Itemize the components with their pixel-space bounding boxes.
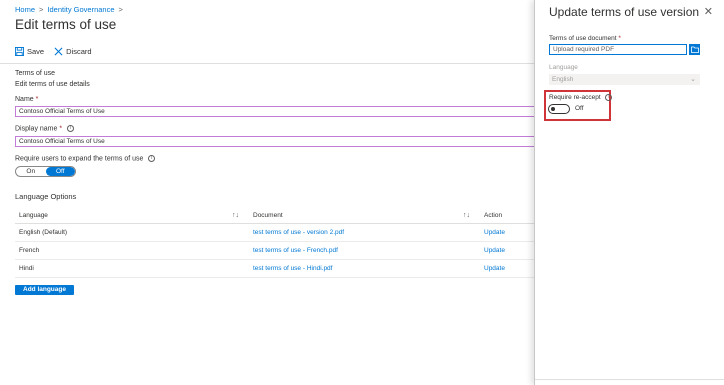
reaccept-label-text: Require re-accept (549, 94, 601, 102)
info-icon[interactable]: i (67, 125, 75, 132)
display-name-label-text: Display name (15, 125, 58, 133)
info-icon[interactable]: i (605, 94, 613, 101)
language-options-title: Language Options (15, 192, 77, 201)
column-header-document[interactable]: Document ↑↓ (249, 208, 480, 224)
panel-title: Update terms of use version (549, 5, 700, 19)
save-button[interactable]: Save (15, 47, 44, 56)
document-upload-field[interactable]: Upload required PDF (549, 44, 687, 55)
reaccept-state: Off (575, 105, 584, 112)
required-mark: * (59, 125, 63, 133)
cell-language: Hindi (15, 259, 249, 278)
column-header-language-text: Language (19, 211, 48, 219)
name-field[interactable]: Contoso Official Terms of Use (15, 106, 534, 117)
folder-icon (690, 46, 699, 53)
reaccept-label: Require re-accept i (549, 94, 613, 102)
table-row: Hindi test terms of use - Hindi.pdf Upda… (15, 259, 534, 278)
table-header-row: Language ↑↓ Document ↑↓ Action (15, 208, 534, 224)
info-icon[interactable]: i (148, 155, 156, 162)
add-language-button[interactable]: Add language (15, 285, 74, 295)
discard-label: Discard (66, 47, 92, 56)
expand-terms-toggle[interactable]: On Off (15, 166, 76, 177)
display-name-field[interactable]: Contoso Official Terms of Use (15, 136, 534, 147)
browse-file-button[interactable] (689, 44, 700, 55)
cell-language: English (Default) (15, 223, 249, 242)
required-mark: * (35, 96, 39, 103)
cell-language: French (15, 241, 249, 260)
name-label-text: Name (15, 96, 34, 103)
breadcrumb: Home > Identity Governance > (15, 5, 123, 14)
toggle-knob (551, 107, 555, 111)
sort-icon[interactable]: ↑↓ (232, 212, 239, 219)
sort-icon[interactable]: ↑↓ (463, 212, 470, 219)
toolbar: Save Discard (15, 47, 92, 56)
table-row: French test terms of use - French.pdf Up… (15, 241, 534, 260)
discard-button[interactable]: Discard (54, 47, 92, 56)
document-label-text: Terms of use document (549, 35, 617, 42)
terms-subheading: Edit terms of use details (15, 81, 90, 88)
language-table: Language ↑↓ Document ↑↓ Action English (De… (15, 208, 534, 278)
breadcrumb-identity-governance[interactable]: Identity Governance (47, 5, 114, 14)
document-label: Terms of use document * (549, 35, 621, 42)
terms-heading: Terms of use (15, 70, 56, 77)
column-header-action: Action (480, 208, 534, 224)
page-title: Edit terms of use (15, 17, 117, 32)
close-icon (54, 47, 63, 56)
toolbar-divider (0, 63, 534, 64)
panel-footer-divider (535, 379, 724, 380)
language-label: Language (549, 64, 578, 71)
update-link[interactable]: Update (480, 241, 534, 260)
update-version-panel: Update terms of use version ✕ Terms of u… (534, 0, 724, 385)
breadcrumb-separator: > (39, 5, 44, 14)
update-link[interactable]: Update (480, 259, 534, 278)
breadcrumb-home[interactable]: Home (15, 5, 35, 14)
expand-terms-label-text: Require users to expand the terms of use (15, 155, 144, 163)
save-icon (15, 47, 24, 56)
chevron-down-icon: ⌄ (690, 76, 696, 83)
language-select: English ⌄ (549, 74, 700, 85)
document-link[interactable]: test terms of use - French.pdf (249, 241, 480, 260)
table-row: English (Default) test terms of use - ve… (15, 223, 534, 242)
reaccept-toggle[interactable] (548, 104, 570, 114)
toggle-option-off[interactable]: Off (45, 167, 75, 176)
document-link[interactable]: test terms of use - version 2.pdf (249, 223, 480, 242)
close-icon[interactable]: ✕ (704, 5, 713, 18)
expand-terms-label: Require users to expand the terms of use… (15, 155, 156, 163)
update-link[interactable]: Update (480, 223, 534, 242)
display-name-label: Display name * i (15, 125, 75, 133)
breadcrumb-separator: > (118, 5, 123, 14)
name-label: Name * (15, 96, 38, 103)
column-header-language[interactable]: Language ↑↓ (15, 208, 249, 224)
save-label: Save (27, 47, 45, 56)
document-link[interactable]: test terms of use - Hindi.pdf (249, 259, 480, 278)
required-mark: * (618, 35, 621, 42)
toggle-option-on[interactable]: On (16, 167, 46, 176)
edit-terms-page: Home > Identity Governance > Edit terms … (0, 0, 534, 385)
language-select-value: English (552, 76, 574, 83)
column-header-document-text: Document (253, 211, 283, 219)
